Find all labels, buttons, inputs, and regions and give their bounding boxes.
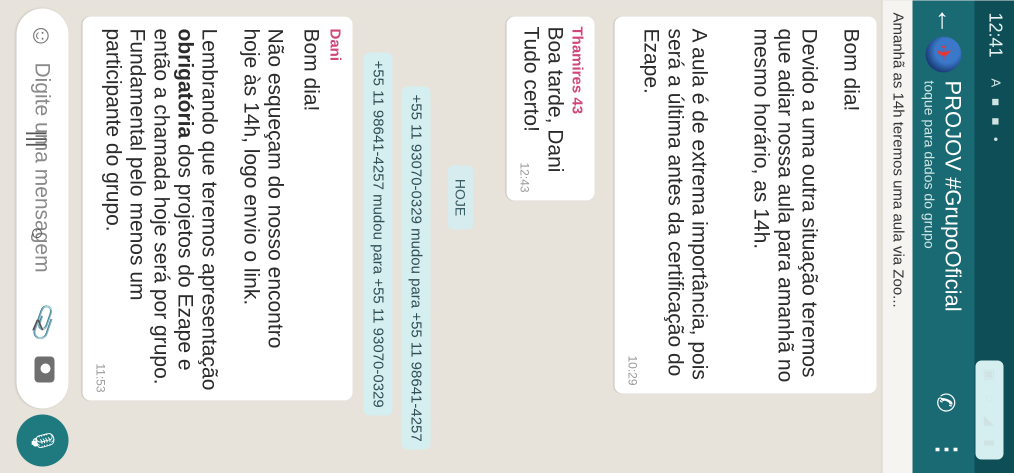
message-greeting: Bom dia!	[839, 28, 862, 111]
status-bar: 12:41 A ■ ■ • ▣ ◌ ◢ ▮	[974, 0, 1014, 473]
message-line: Boa tarde, Dani	[543, 26, 566, 172]
message-sender: Thamires 43	[568, 26, 585, 114]
system-message: +55 11 93070-0329 mudou para +55 11 9864…	[401, 86, 430, 450]
status-time: 12:41	[985, 12, 1005, 58]
message-line: Tudo certo!	[519, 26, 542, 132]
message-time: 10:29	[625, 354, 639, 385]
message-paragraph: Devido a uma outra situação teremos que …	[749, 28, 820, 382]
microphone-icon: 🎙	[30, 426, 55, 454]
recents-button[interactable]: |||	[24, 130, 50, 147]
home-button[interactable]: ○	[24, 226, 50, 239]
message-text: Lembrando que teremos apresentação	[197, 28, 220, 390]
message-sender: Dani	[326, 28, 343, 61]
emoji-icon[interactable]: ☺	[27, 22, 57, 49]
group-title[interactable]: PROJOV #GrupoOficial	[939, 80, 965, 311]
system-status-icons: ▣ ◌ ◢ ▮	[975, 360, 1003, 459]
camera-icon[interactable]	[34, 356, 54, 382]
back-button[interactable]: <	[24, 318, 50, 331]
date-separator: HOJE	[447, 165, 473, 229]
message-time: 11:53	[93, 362, 107, 392]
message-composer: ☺ 📎	[16, 8, 68, 408]
add-call-icon[interactable]: ✆	[930, 392, 959, 412]
message-paragraph: A aula é de extrema importância, pois se…	[639, 28, 710, 380]
pinned-text: Amanhã as 14h teremos uma aula via Zoo..…	[889, 12, 906, 308]
message-input[interactable]	[26, 60, 56, 334]
message-bubble[interactable]: Thamires 43 Boa tarde, Dani Tudo certo! …	[506, 16, 594, 200]
system-message: +55 11 98641-4257 mudou para +55 11 9307…	[363, 52, 392, 416]
message-bubble[interactable]: Bom dia! Devido a uma outra situação ter…	[614, 16, 876, 393]
phone-screen: 12:41 A ■ ■ • ▣ ◌ ◢ ▮ ← ✈ PROJOV #GrupoO…	[0, 0, 1014, 473]
screen: 12:41 A ■ ■ • ▣ ◌ ◢ ▮ ← ✈ PROJOV #GrupoO…	[0, 0, 1014, 473]
rocket-icon: ✈	[931, 44, 953, 61]
message-bubble[interactable]: Dani Bom dia! Não esqueçam do nosso enco…	[82, 16, 352, 400]
message-time: 12:43	[517, 161, 531, 192]
notification-icons: A ■ ■ •	[988, 78, 1003, 146]
microphone-button[interactable]: 🎙	[16, 414, 68, 466]
group-avatar[interactable]: ✈	[925, 36, 961, 72]
group-subtitle[interactable]: toque para dados do grupo	[921, 80, 937, 248]
arrow-left-icon[interactable]: ←	[931, 6, 962, 34]
more-vertical-icon[interactable]: ⋮	[931, 436, 962, 462]
message-greeting: Bom dia!	[299, 28, 322, 111]
message-paragraph: Não esqueçam do nosso encontro hoje às 1…	[239, 28, 286, 348]
chat-header: ← ✈ PROJOV #GrupoOficial toque para dado…	[912, 0, 974, 473]
pinned-message[interactable]: Amanhã as 14h teremos uma aula via Zoo..…	[881, 0, 912, 473]
message-paragraph: Lembrando que teremos apresentação obrig…	[100, 28, 220, 392]
message-bold-text: obrigatória	[173, 28, 196, 138]
system-nav-bar: ||| ○ <	[0, 0, 50, 473]
